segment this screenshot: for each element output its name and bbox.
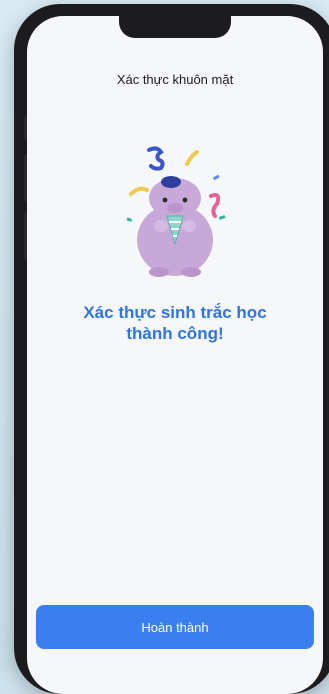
success-heading-line-2: thành công! [126,324,224,343]
success-heading-line-1: Xác thực sinh trắc học [83,303,267,322]
phone-notch [119,16,231,38]
page-title: Xác thực khuôn mặt [116,72,234,87]
done-button[interactable]: Hoàn thành [36,605,314,649]
success-heading: Xác thực sinh trắc học thành công! [47,302,303,344]
app-screen: Xác thực khuôn mặt Xác thực sinh trắc họ… [27,16,323,694]
celebrating-mascot-icon [115,132,235,280]
